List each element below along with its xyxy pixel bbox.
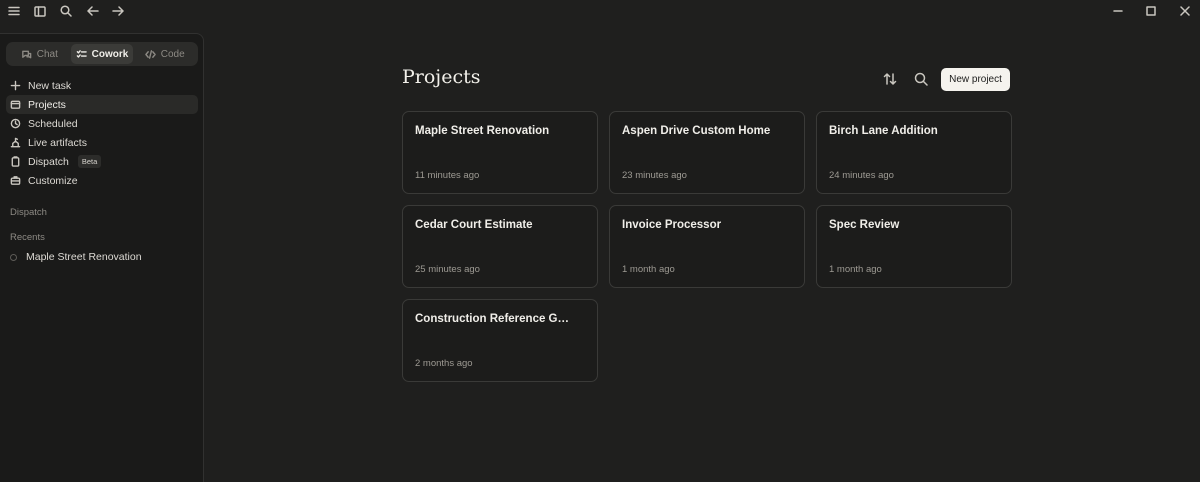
sidebar-item-label: Customize [28,174,78,187]
dispatch-icon [11,156,20,167]
sidebar-item-label: Live artifacts [28,136,87,149]
maximize-icon[interactable] [1142,3,1160,19]
sidebar-item-label: Scheduled [28,117,78,130]
project-card[interactable]: Spec Review 1 month ago [816,205,1012,288]
project-timestamp: 1 month ago [829,264,882,275]
project-card[interactable]: Cedar Court Estimate 25 minutes ago [402,205,598,288]
menu-icon[interactable] [5,3,23,19]
project-title: Cedar Court Estimate [415,219,533,231]
dispatch-section-label[interactable]: Dispatch [10,207,47,218]
page-title: Projects [402,66,481,88]
briefcase-icon [10,176,21,185]
sidebar-item-scheduled[interactable]: Scheduled [6,114,198,133]
tab-cowork-label: Cowork [91,48,129,60]
project-timestamp: 24 minutes ago [829,170,894,181]
project-timestamp: 23 minutes ago [622,170,687,181]
plus-icon [10,80,21,91]
project-title: Birch Lane Addition [829,125,938,137]
sidebar: Chat Cowork Code New task Projects Sched… [0,33,204,482]
recent-item-label: Maple Street Renovation [26,251,142,263]
project-title: Maple Street Renovation [415,125,550,137]
recents-section-label: Recents [10,232,45,243]
project-card[interactable]: Aspen Drive Custom Home 23 minutes ago [609,111,805,194]
project-card[interactable]: Construction Reference G… 2 months ago [402,299,598,382]
project-card[interactable]: Birch Lane Addition 24 minutes ago [816,111,1012,194]
title-bar [0,0,1200,22]
project-title: Spec Review [829,219,900,231]
artifacts-icon [10,137,21,148]
close-icon[interactable] [1176,3,1194,19]
sidebar-item-label: Dispatch [28,155,69,168]
project-card[interactable]: Maple Street Renovation 11 minutes ago [402,111,598,194]
search-icon[interactable] [913,71,929,87]
folder-icon [10,100,21,109]
sidebar-item-live-artifacts[interactable]: Live artifacts [6,133,198,152]
project-title: Construction Reference G… [415,313,569,325]
sidebar-item-projects[interactable]: Projects [6,95,198,114]
project-card[interactable]: Invoice Processor 1 month ago [609,205,805,288]
recent-item[interactable]: Maple Street Renovation [10,251,142,263]
chat-icon [21,50,32,58]
project-timestamp: 25 minutes ago [415,264,480,275]
tab-code[interactable]: Code [133,44,196,64]
tab-code-label: Code [160,48,185,60]
tab-chat-label: Chat [36,48,58,60]
project-title: Invoice Processor [622,219,722,231]
mode-switcher: Chat Cowork Code [6,42,198,66]
project-timestamp: 1 month ago [622,264,675,275]
forward-arrow-icon[interactable] [109,3,127,19]
recent-dot-icon [10,253,17,261]
tab-cowork[interactable]: Cowork [70,44,134,64]
sort-icon[interactable] [882,71,898,87]
sidebar-toggle-icon[interactable] [31,3,49,19]
clock-icon [10,118,21,129]
project-timestamp: 11 minutes ago [415,170,480,181]
sidebar-nav: New task Projects Scheduled Live artifac… [6,76,198,190]
sidebar-item-label: Projects [28,98,66,111]
beta-badge: Beta [77,155,102,168]
new-project-button[interactable]: New project [941,68,1010,91]
sidebar-item-customize[interactable]: Customize [6,171,198,190]
sidebar-item-label: New task [28,79,72,92]
cowork-icon [76,49,87,58]
project-title: Aspen Drive Custom Home [622,125,771,137]
back-arrow-icon[interactable] [84,3,102,19]
sidebar-item-dispatch[interactable]: Dispatch Beta [6,152,198,171]
code-icon [144,49,156,59]
sidebar-item-new-task[interactable]: New task [6,76,198,95]
project-grid: Maple Street Renovation 11 minutes ago A… [402,111,1012,382]
search-icon[interactable] [57,3,75,19]
minimize-icon[interactable] [1109,3,1127,19]
tab-chat[interactable]: Chat [8,44,71,64]
project-timestamp: 2 months ago [415,358,473,369]
